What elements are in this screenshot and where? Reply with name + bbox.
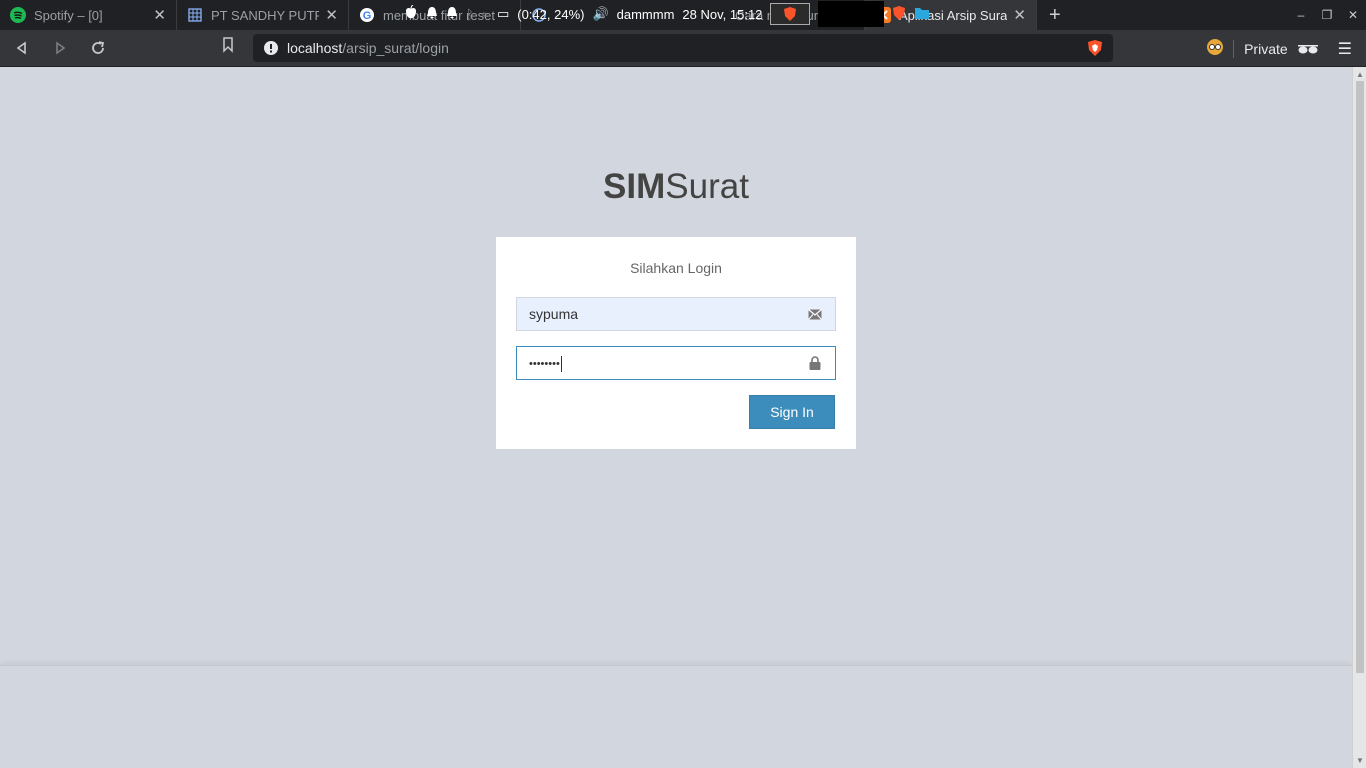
apple-icon bbox=[404, 4, 418, 24]
folder-icon[interactable] bbox=[914, 6, 930, 23]
private-label: Private bbox=[1244, 40, 1288, 57]
username-field[interactable]: sypuma bbox=[516, 297, 836, 331]
reload-button[interactable] bbox=[82, 32, 114, 64]
reload-icon bbox=[92, 41, 105, 54]
bluetooth-icon[interactable]: ᛒ bbox=[466, 7, 474, 22]
divider bbox=[1233, 39, 1235, 58]
sheets-icon bbox=[187, 7, 203, 23]
bell-icon[interactable] bbox=[426, 6, 438, 23]
address-bar[interactable]: localhost/arsip_surat/login bbox=[253, 34, 1113, 62]
restore-icon[interactable]: ❐ bbox=[1314, 8, 1340, 22]
brave-tray-icon[interactable] bbox=[892, 5, 906, 24]
back-icon bbox=[16, 41, 26, 55]
tab-pt-sandhy[interactable]: PT SANDHY PUTRA ✕ bbox=[177, 0, 349, 30]
text-caret bbox=[560, 355, 562, 372]
page-scrollbar[interactable]: ▲ ▼ bbox=[1352, 67, 1366, 768]
tab-spotify[interactable]: Spotify – [0] ✕ bbox=[0, 0, 177, 30]
login-message: Silahkan Login bbox=[630, 260, 722, 276]
toolbar-right: Private ☰ bbox=[1207, 30, 1352, 67]
close-icon[interactable]: ✕ bbox=[325, 6, 338, 24]
session-user: dammmm bbox=[616, 6, 675, 22]
page-footer-area bbox=[0, 665, 1352, 768]
username-value: sypuma bbox=[529, 306, 579, 322]
clock: 28 Nov, 15:12 bbox=[682, 6, 763, 22]
close-icon[interactable]: ✕ bbox=[153, 6, 166, 24]
close-icon[interactable]: ✕ bbox=[1013, 6, 1026, 24]
scrollbar-thumb[interactable] bbox=[1356, 81, 1364, 673]
url-host: localhost bbox=[287, 40, 343, 56]
browser-toolbar: localhost/arsip_surat/login Private ☰ bbox=[0, 30, 1366, 67]
forward-button[interactable] bbox=[44, 32, 76, 64]
login-box: Silahkan Login sypuma •••••••• Sign In bbox=[496, 237, 856, 449]
google-icon: G bbox=[359, 7, 375, 23]
scroll-down-icon[interactable]: ▼ bbox=[1356, 756, 1364, 765]
minimize-icon[interactable]: – bbox=[1288, 8, 1314, 22]
lock-icon bbox=[807, 355, 823, 371]
sign-in-button[interactable]: Sign In bbox=[749, 395, 835, 429]
tab-title: PT SANDHY PUTRA bbox=[211, 7, 320, 23]
volume-icon[interactable]: 🔊 bbox=[592, 6, 608, 22]
menu-icon[interactable]: ☰ bbox=[1338, 39, 1352, 59]
tab-title: Spotify – [0] bbox=[34, 7, 103, 23]
logo-bold: SIM bbox=[603, 167, 666, 206]
wifi-icon[interactable]: ≈ bbox=[482, 7, 489, 22]
app-logo: SIMSurat bbox=[0, 167, 1352, 207]
close-window-icon[interactable]: ✕ bbox=[1340, 8, 1366, 22]
spotify-icon bbox=[10, 7, 26, 23]
back-button[interactable] bbox=[6, 32, 38, 64]
forward-icon bbox=[56, 41, 66, 55]
battery-icon: ▭ bbox=[496, 6, 510, 21]
tray-panel bbox=[818, 1, 885, 27]
password-value: •••••••• bbox=[529, 358, 560, 371]
system-tray: ᛒ ≈ ▭ (0:42, 24%) 🔊 dammmm 28 Nov, 15:12 bbox=[404, 0, 930, 28]
envelope-icon bbox=[807, 306, 823, 322]
svg-text:G: G bbox=[363, 10, 372, 22]
password-field[interactable]: •••••••• bbox=[516, 346, 836, 380]
url-path: /arsip_surat/login bbox=[342, 40, 449, 56]
window-controls: – ❐ ✕ bbox=[1288, 0, 1366, 30]
page-content: SIMSurat Silahkan Login sypuma •••••••• … bbox=[0, 67, 1352, 768]
private-window-icon bbox=[1207, 39, 1224, 58]
incognito-glasses-icon bbox=[1297, 41, 1318, 57]
scroll-up-icon[interactable]: ▲ bbox=[1356, 70, 1364, 79]
new-tab-button[interactable]: + bbox=[1037, 4, 1073, 27]
site-info-icon[interactable] bbox=[263, 40, 279, 56]
logo-rest: Surat bbox=[665, 167, 749, 206]
bookmark-icon[interactable] bbox=[222, 37, 234, 58]
battery-status: (0:42, 24%) bbox=[517, 6, 585, 22]
brave-tray-icon[interactable] bbox=[770, 3, 811, 25]
brave-shields-icon[interactable] bbox=[1087, 39, 1103, 60]
bell-icon[interactable] bbox=[446, 6, 458, 23]
